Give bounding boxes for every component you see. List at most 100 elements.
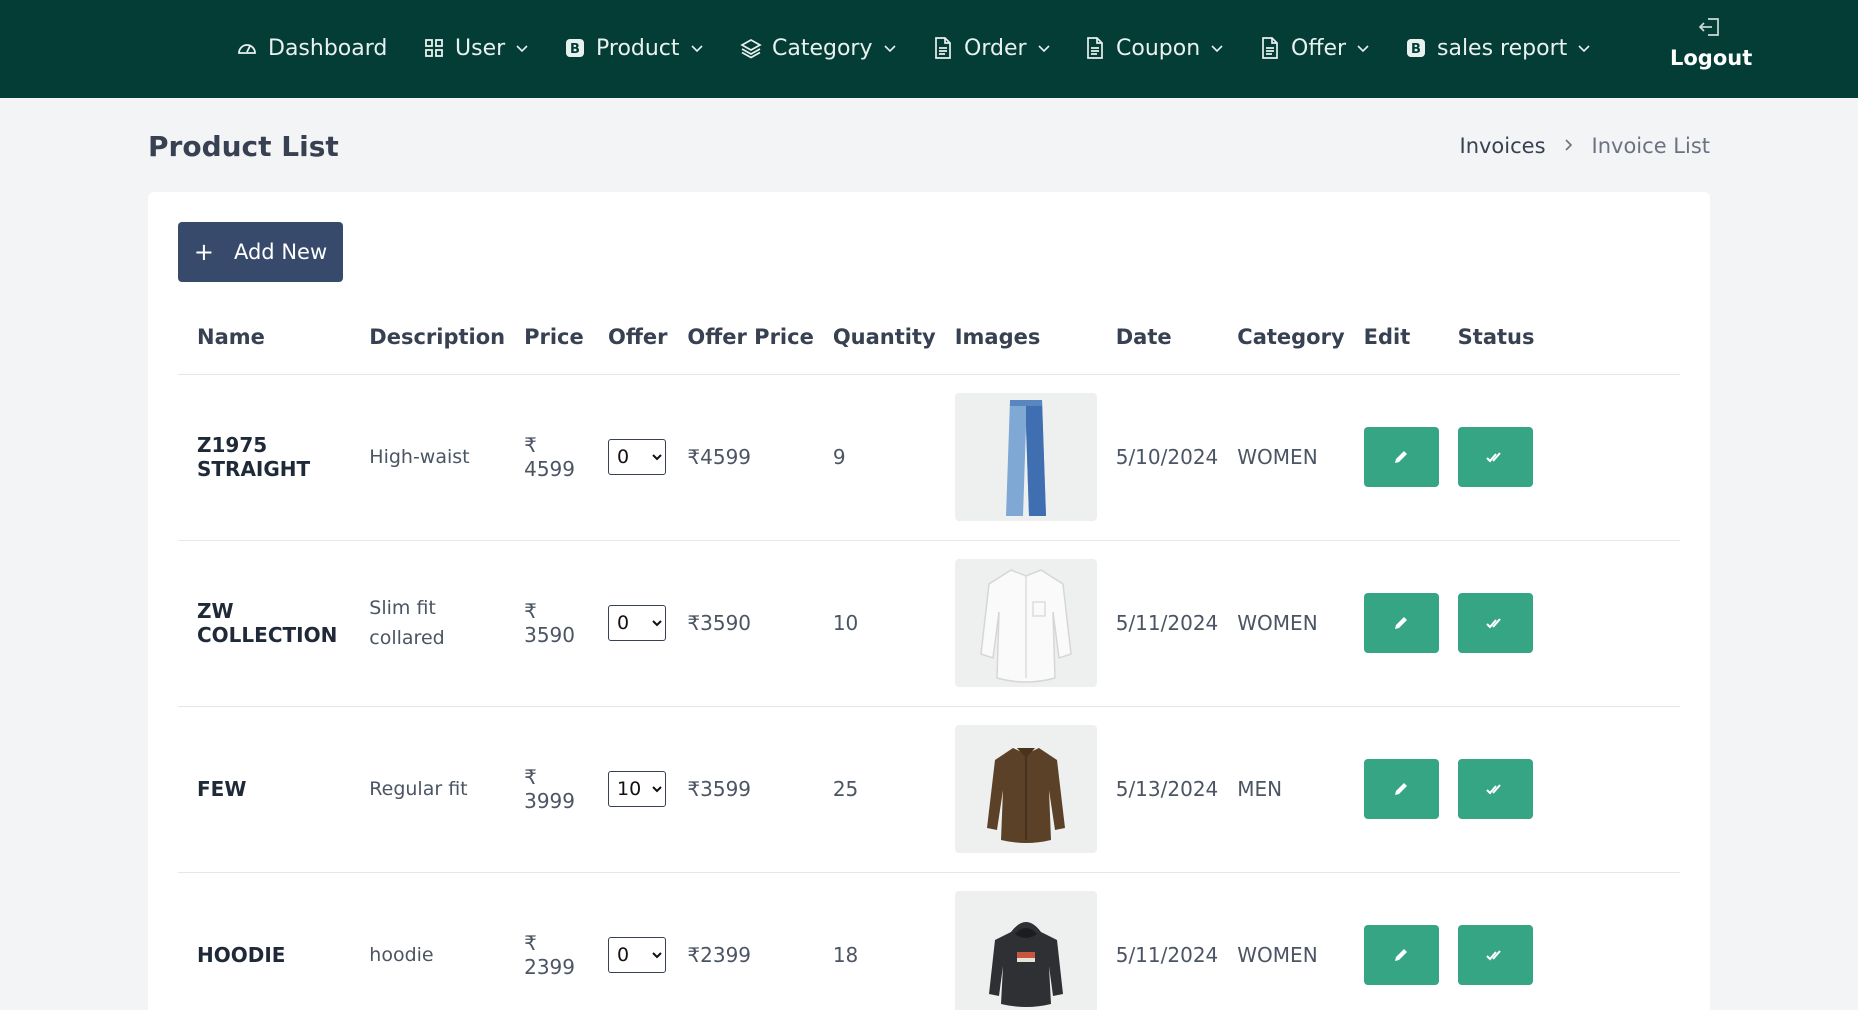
- edit-cell: [1344, 872, 1439, 1010]
- chevron-right-icon: [1564, 137, 1574, 156]
- document-icon: [1084, 37, 1106, 59]
- status-button[interactable]: [1457, 593, 1533, 653]
- edit-button[interactable]: [1363, 593, 1439, 653]
- white-shirt-image: [954, 559, 1097, 687]
- dashboard-icon: [236, 37, 258, 59]
- offer-cell: 10: [588, 706, 669, 873]
- nav-offer[interactable]: Offer: [1259, 0, 1370, 96]
- product-category: WOMEN: [1218, 872, 1345, 1010]
- status-button[interactable]: [1457, 427, 1533, 487]
- product-category: MEN: [1218, 706, 1345, 873]
- breadcrumb: Invoices Invoice List: [1460, 134, 1711, 158]
- image-cell: [935, 706, 1097, 873]
- product-quantity: 18: [813, 872, 936, 1010]
- document-icon: [932, 37, 954, 59]
- double-check-icon: [1486, 950, 1501, 961]
- double-check-icon: [1486, 452, 1501, 463]
- product-category: WOMEN: [1218, 540, 1345, 707]
- edit-cell: [1344, 706, 1439, 873]
- brown-shirt-image: [954, 725, 1097, 853]
- product-date: 5/11/2024: [1096, 872, 1219, 1010]
- grid-icon: [423, 37, 445, 59]
- offer-select[interactable]: 0: [607, 937, 666, 973]
- svg-text:B: B: [570, 42, 580, 57]
- product-price: ₹ 3999: [505, 706, 589, 873]
- nav-label: Offer: [1291, 35, 1347, 61]
- offer-select[interactable]: 10: [607, 771, 666, 807]
- nav-order[interactable]: Order: [932, 0, 1051, 96]
- nav-sales-report[interactable]: B sales report: [1405, 0, 1591, 96]
- header-name: Name: [178, 300, 351, 375]
- header-offer-price: Offer Price: [668, 300, 814, 375]
- top-navbar: Dashboard User B Product Category Order …: [0, 0, 1858, 98]
- jeans-image: [954, 393, 1097, 521]
- product-offer-price: ₹4599: [668, 374, 814, 541]
- header-offer: Offer: [588, 300, 669, 375]
- pencil-icon: [1395, 949, 1408, 961]
- edit-button[interactable]: [1363, 925, 1439, 985]
- breadcrumb-invoices[interactable]: Invoices: [1460, 134, 1546, 158]
- product-offer-price: ₹2399: [668, 872, 814, 1010]
- add-new-button[interactable]: + Add New: [178, 222, 343, 282]
- product-quantity: 25: [813, 706, 936, 873]
- header-category: Category: [1218, 300, 1345, 375]
- chevron-down-icon: [1577, 41, 1591, 55]
- edit-button[interactable]: [1363, 427, 1439, 487]
- product-date: 5/10/2024: [1096, 374, 1219, 541]
- logout-icon: [1697, 14, 1723, 40]
- product-description: Slim fit collared: [350, 540, 506, 707]
- nav-label: Category: [772, 35, 873, 61]
- offer-select[interactable]: 0: [607, 605, 666, 641]
- document-icon: [1259, 37, 1281, 59]
- edit-button[interactable]: [1363, 759, 1439, 819]
- nav-user[interactable]: User: [423, 0, 529, 96]
- nav-label: User: [455, 35, 506, 61]
- add-new-label: Add New: [233, 240, 328, 264]
- product-name: Z1975 STRAIGHT: [178, 374, 351, 541]
- offer-select[interactable]: 0: [607, 439, 666, 475]
- product-name: HOODIE: [178, 872, 351, 1010]
- offer-cell: 0: [588, 872, 669, 1010]
- product-description: hoodie: [350, 872, 506, 1010]
- pencil-icon: [1395, 783, 1408, 795]
- chevron-down-icon: [1356, 41, 1370, 55]
- nav-product[interactable]: B Product: [564, 0, 704, 96]
- plus-icon: +: [193, 238, 214, 266]
- logout-label: Logout: [1670, 46, 1753, 70]
- image-cell: [935, 540, 1097, 707]
- table-row: FEW Regular fit ₹ 3999 10 ₹3599 25 5/13/…: [178, 706, 1680, 873]
- status-cell: [1438, 872, 1680, 1010]
- nav-coupon[interactable]: Coupon: [1084, 0, 1224, 96]
- nav-category[interactable]: Category: [740, 0, 897, 96]
- status-button[interactable]: [1457, 925, 1533, 985]
- nav-label: Product: [596, 35, 680, 61]
- chevron-down-icon: [1210, 41, 1224, 55]
- product-price: ₹ 4599: [505, 374, 589, 541]
- nav-dashboard[interactable]: Dashboard: [236, 0, 387, 96]
- table-header-row: Name Description Price Offer Offer Price…: [178, 300, 1680, 375]
- product-quantity: 10: [813, 540, 936, 707]
- header-price: Price: [505, 300, 589, 375]
- offer-cell: 0: [588, 374, 669, 541]
- product-list-card: + Add New Name Description Price Offer O…: [148, 192, 1710, 1010]
- header-date: Date: [1096, 300, 1219, 375]
- chevron-down-icon: [690, 41, 704, 55]
- table-row: ZW COLLECTION Slim fit collared ₹ 3590 0…: [178, 540, 1680, 707]
- image-cell: [935, 374, 1097, 541]
- product-price: ₹ 3590: [505, 540, 589, 707]
- chevron-down-icon: [1037, 41, 1051, 55]
- pencil-icon: [1395, 451, 1408, 463]
- edit-cell: [1344, 374, 1439, 541]
- header-description: Description: [350, 300, 506, 375]
- status-button[interactable]: [1457, 759, 1533, 819]
- b-square-icon: B: [1405, 37, 1427, 59]
- table-row: Z1975 STRAIGHT High-waist ₹ 4599 0 ₹4599…: [178, 374, 1680, 541]
- offer-cell: 0: [588, 540, 669, 707]
- status-cell: [1438, 540, 1680, 707]
- product-quantity: 9: [813, 374, 936, 541]
- chevron-down-icon: [515, 41, 529, 55]
- product-category: WOMEN: [1218, 374, 1345, 541]
- logout-button[interactable]: Logout: [1670, 14, 1753, 70]
- nav-label: Coupon: [1116, 35, 1201, 61]
- edit-cell: [1344, 540, 1439, 707]
